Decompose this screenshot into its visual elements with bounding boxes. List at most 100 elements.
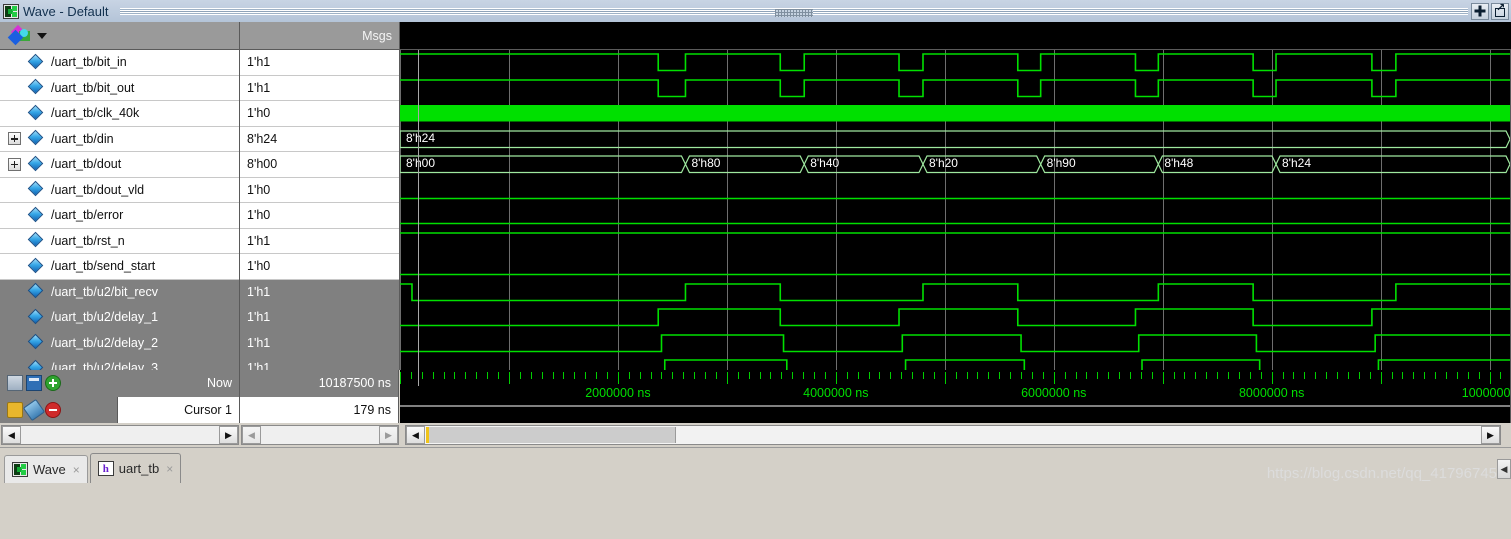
ruler-minor-tick xyxy=(1435,372,1437,379)
time-ruler[interactable]: 2000000 ns 4000000 ns 6000000 ns 8000000 ns… xyxy=(400,370,1511,423)
signal-row[interactable]: /uart_tb/clk_40k xyxy=(0,101,239,127)
ruler-minor-tick xyxy=(824,372,826,379)
chevron-down-icon[interactable] xyxy=(37,32,47,39)
grid-icon[interactable] xyxy=(26,375,42,392)
names-scroll-left-arrow[interactable]: ◀ xyxy=(2,426,21,444)
signal-row[interactable]: /uart_tb/dout xyxy=(0,152,239,178)
signal-value-row[interactable]: 1'h0 xyxy=(240,101,399,127)
signal-row[interactable]: /uart_tb/din xyxy=(0,127,239,152)
ruler-minor-tick xyxy=(487,372,489,379)
waveform-trace xyxy=(400,333,1510,352)
signal-names-list[interactable]: /uart_tb/bit_in/uart_tb/bit_out/uart_tb/… xyxy=(0,50,240,370)
close-icon[interactable]: × xyxy=(73,464,80,476)
signal-value-row[interactable]: 1'h0 xyxy=(240,178,399,203)
signal-value-row[interactable]: 1'h1 xyxy=(240,330,399,356)
names-scroll-track[interactable] xyxy=(21,426,219,444)
undock-button[interactable] xyxy=(1491,2,1509,20)
signal-value-row[interactable]: 8'h00 xyxy=(240,152,399,178)
ruler-minor-tick xyxy=(639,372,641,379)
wave-scroll-left-arrow[interactable]: ◀ xyxy=(406,426,425,444)
wave-scroll-thumb[interactable] xyxy=(429,427,676,443)
expand-icon[interactable] xyxy=(8,132,21,146)
values-scroll-right-arrow[interactable]: ▶ xyxy=(379,426,398,444)
msgs-header-label: Msgs xyxy=(362,28,392,43)
ruler-minor-tick xyxy=(1282,372,1284,379)
names-hscrollbar[interactable]: ◀ ▶ xyxy=(1,425,239,445)
names-scroll-right-arrow[interactable]: ▶ xyxy=(219,426,238,444)
signal-value-row[interactable]: 1'h0 xyxy=(240,254,399,280)
cursor-row-icons xyxy=(7,398,61,421)
window-titlebar: Wave - Default xyxy=(0,0,1511,23)
signal-row[interactable]: /uart_tb/dout_vld xyxy=(0,178,239,203)
wave-scroll-track[interactable] xyxy=(676,427,1481,443)
cursor-value-cell[interactable]: 179 ns xyxy=(240,396,399,423)
tab-uart_tb[interactable]: h uart_tb × xyxy=(89,453,182,483)
watermark-scroll-arrow[interactable]: ◀ xyxy=(1497,459,1511,479)
signal-row[interactable]: /uart_tb/send_start xyxy=(0,254,239,280)
signal-value-row[interactable]: 1'h1 xyxy=(240,76,399,101)
ruler-major-tick xyxy=(1489,372,1491,384)
ruler-minor-tick xyxy=(1478,372,1480,379)
cursor-label: Cursor 1 xyxy=(184,402,232,417)
values-hscrollbar[interactable]: ◀ ▶ xyxy=(241,425,399,445)
ruler-minor-tick xyxy=(1042,372,1044,379)
signal-row[interactable]: /uart_tb/error xyxy=(0,203,239,229)
ruler-major-tick xyxy=(726,372,728,384)
ruler-icon[interactable] xyxy=(7,375,23,392)
add-cursor-icon[interactable] xyxy=(45,375,61,392)
ruler-minor-tick xyxy=(1260,372,1262,379)
waveform-row xyxy=(400,305,1510,331)
delete-cursor-icon[interactable] xyxy=(45,401,61,418)
signal-row[interactable]: /uart_tb/u2/delay_1 xyxy=(0,305,239,331)
signal-row[interactable]: /uart_tb/bit_in xyxy=(0,50,239,76)
ruler-minor-tick xyxy=(563,372,565,379)
cursor-name-cell[interactable]: Cursor 1 xyxy=(117,396,239,423)
lock-icon[interactable] xyxy=(7,401,23,418)
ruler-minor-tick xyxy=(803,372,805,379)
signal-value-row[interactable]: 1'h0 xyxy=(240,203,399,229)
signal-row[interactable]: /uart_tb/u2/bit_recv xyxy=(0,279,239,305)
waveform-canvas[interactable]: 8'h24 8'h00 8'h80 8'h40 8'h20 8'h90 8'h48 8'h24 xyxy=(400,50,1511,370)
waveform-trace xyxy=(400,231,1510,234)
values-scroll-left-arrow[interactable]: ◀ xyxy=(242,426,261,444)
cursor-line[interactable] xyxy=(418,50,420,370)
signal-value-row[interactable]: 1'h1 xyxy=(240,356,399,370)
close-icon[interactable]: × xyxy=(166,463,173,475)
ruler-minor-tick xyxy=(530,372,532,379)
signal-value-row[interactable]: 1'h1 xyxy=(240,305,399,331)
expand-icon[interactable] xyxy=(8,157,21,171)
ruler-minor-tick xyxy=(694,372,696,379)
wave-scroll-right-arrow[interactable]: ▶ xyxy=(1481,426,1500,444)
ruler-major-tick xyxy=(617,372,619,384)
ruler-major-tick xyxy=(1380,372,1382,384)
signal-values-list[interactable]: 1'h1 1'h1 1'h0 8'h24 8'h00 1'h0 1'h0 1'h1 1'h0 1'… xyxy=(240,50,400,370)
dock-button[interactable] xyxy=(1471,2,1489,20)
signal-row[interactable]: /uart_tb/u2/delay_3 xyxy=(0,356,239,370)
wave-hscrollbar[interactable]: ◀ ▶ xyxy=(405,425,1501,445)
waveform-row xyxy=(400,254,1510,280)
ruler-minor-tick xyxy=(966,372,968,379)
cursor-row[interactable]: Cursor 1 179 ns xyxy=(0,396,400,423)
ruler-minor-tick xyxy=(1075,372,1077,379)
signal-row[interactable]: /uart_tb/u2/delay_2 xyxy=(0,330,239,356)
signal-diamond-icon xyxy=(29,310,44,325)
waveform-trace xyxy=(400,308,1510,327)
values-column-header[interactable]: Msgs xyxy=(240,22,400,50)
signal-value-row[interactable]: 8'h24 xyxy=(240,127,399,152)
signal-value-label: 1'h0 xyxy=(247,208,271,223)
signal-row[interactable]: /uart_tb/bit_out xyxy=(0,76,239,101)
cursor-value: 179 ns xyxy=(353,402,391,417)
tab-wave[interactable]: Wave × xyxy=(4,455,88,483)
wrench-icon[interactable] xyxy=(22,398,46,421)
signal-value-row[interactable]: 1'h1 xyxy=(240,279,399,305)
ruler-minor-tick xyxy=(1173,372,1175,379)
ruler-minor-tick xyxy=(1293,372,1295,379)
signal-value-row[interactable]: 1'h1 xyxy=(240,50,399,76)
ruler-minor-tick xyxy=(410,372,412,379)
signal-row[interactable]: /uart_tb/rst_n xyxy=(0,229,239,254)
ruler-minor-tick xyxy=(1500,372,1502,379)
signal-value-row[interactable]: 1'h1 xyxy=(240,229,399,254)
names-column-header[interactable] xyxy=(0,22,240,50)
titlebar-grip[interactable] xyxy=(119,6,1469,17)
values-scroll-track[interactable] xyxy=(261,426,379,444)
